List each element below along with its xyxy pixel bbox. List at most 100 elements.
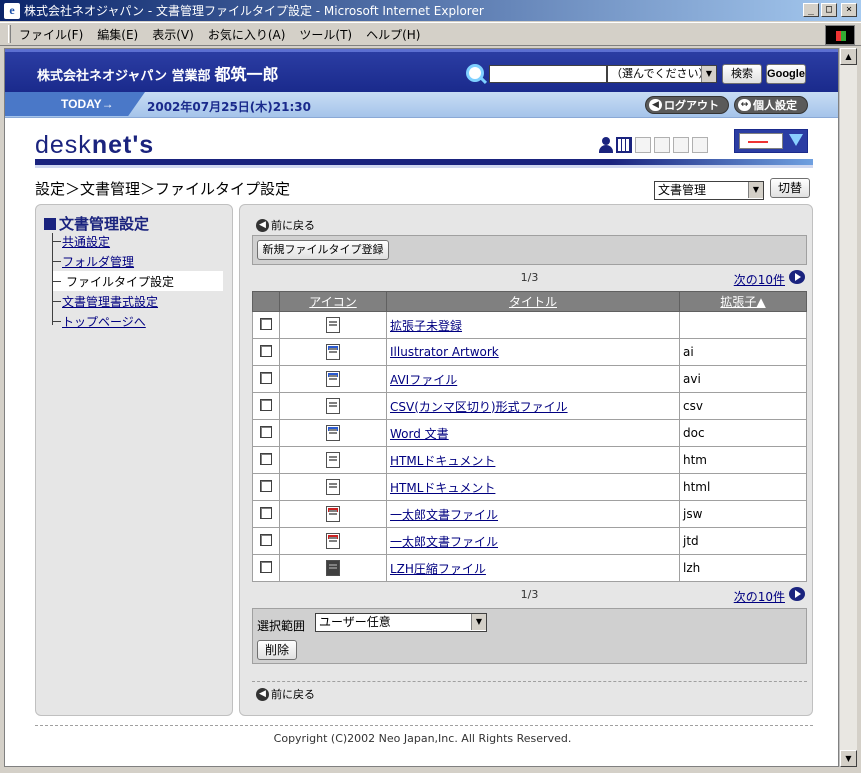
pager-top: 1/3 次の10件 [252, 269, 807, 287]
column-header-title[interactable]: タイトル [386, 291, 680, 312]
browser-content: 株式会社ネオジャパン 営業部 都筑一郎 （選んでください） ▼ 検索 Google… [4, 48, 839, 767]
menu-view[interactable]: 表示(V) [152, 26, 194, 43]
row-checkbox[interactable] [260, 479, 272, 492]
footer-divider [35, 725, 813, 726]
row-checkbox[interactable] [260, 317, 272, 330]
row-title-link[interactable]: HTMLドキュメント [390, 454, 495, 468]
google-button[interactable]: Google [766, 64, 806, 84]
sidebar-item-format[interactable]: 文書管理書式設定 [53, 291, 158, 311]
breadcrumb: 設定＞文書管理＞ファイルタイプ設定 [35, 180, 291, 198]
row-checkbox[interactable] [260, 398, 272, 411]
scroll-down-icon[interactable]: ▼ [840, 750, 857, 767]
table-row: AVIファイル avi [252, 365, 807, 393]
row-checkbox[interactable] [260, 371, 272, 384]
logout-button[interactable]: ◀ ログアウト [645, 96, 729, 114]
row-checkbox[interactable] [260, 344, 272, 357]
row-extension: htm [679, 446, 807, 474]
switch-button[interactable]: 切替 [770, 178, 810, 198]
desknets-logo[interactable]: desknet's [35, 131, 154, 160]
search-scope-select[interactable]: （選んでください） ▼ [607, 65, 717, 83]
sidebar-item-label[interactable]: 文書管理書式設定 [62, 293, 158, 310]
row-title-link[interactable]: 一太郎文書ファイル [390, 508, 498, 522]
column-header-icon[interactable]: アイコン [279, 291, 387, 312]
page-indicator: 1/3 [520, 588, 539, 601]
portal-menu-button[interactable] [734, 129, 808, 153]
row-title-link[interactable]: AVIファイル [390, 373, 457, 387]
row-title-link[interactable]: LZH圧縮ファイル [390, 562, 486, 576]
row-extension: csv [679, 392, 807, 420]
memo-icon[interactable] [654, 137, 670, 153]
sidebar-item-folder[interactable]: フォルダ管理 [53, 251, 134, 271]
search-input[interactable] [489, 65, 607, 83]
column-header-extension[interactable]: 拡張子▲ [679, 291, 807, 312]
sidebar-item-top[interactable]: トップページへ [53, 311, 146, 331]
row-title-link[interactable]: Illustrator Artwork [390, 345, 499, 359]
html-file-icon [326, 452, 340, 468]
window-title: 株式会社ネオジャパン - 文書管理ファイルタイプ設定 - Microsoft I… [24, 4, 484, 18]
avi-file-icon [326, 371, 340, 387]
table-row: 一太郎文書ファイル jtd [252, 527, 807, 555]
row-checkbox[interactable] [260, 506, 272, 519]
main-panel: ◀ 前に戻る 新規ファイルタイプ登録 1/3 次の10件 アイコン タイトル 拡張… [239, 204, 813, 716]
header-rule-light [35, 165, 813, 168]
arrows-icon: ↔ [738, 99, 751, 111]
personal-settings-button[interactable]: ↔ 個人設定 [734, 96, 808, 114]
settings-sidebar: 文書管理設定 共通設定 フォルダ管理 ファイルタイプ設定 文書管理書式設定 トッ… [35, 204, 233, 716]
org-chart-icon[interactable] [616, 137, 632, 153]
next-arrow-icon[interactable] [789, 270, 805, 284]
row-title-link[interactable]: HTMLドキュメント [390, 481, 495, 495]
row-checkbox[interactable] [260, 533, 272, 546]
menu-tools[interactable]: ツール(T) [299, 26, 352, 43]
sidebar-item-label[interactable]: フォルダ管理 [62, 253, 134, 270]
sidebar-item-common[interactable]: 共通設定 [53, 231, 110, 251]
sidebar-item-label[interactable]: トップページへ [62, 313, 146, 330]
row-extension: doc [679, 419, 807, 447]
word-file-icon [326, 425, 340, 441]
next-arrow-icon[interactable] [789, 587, 805, 601]
range-select[interactable]: ユーザー任意 ▼ [315, 613, 487, 632]
row-title-link[interactable]: Word 文書 [390, 427, 449, 441]
document-icon[interactable] [692, 137, 708, 153]
today-label[interactable]: TODAY→ [61, 97, 114, 111]
row-title-link[interactable]: 拡張子未登録 [390, 319, 462, 333]
phone-icon[interactable] [635, 137, 651, 153]
row-title-link[interactable]: 一太郎文書ファイル [390, 535, 498, 549]
close-button[interactable]: × [841, 3, 857, 17]
ichitaro-file-icon [326, 533, 340, 549]
delete-button[interactable]: 削除 [257, 640, 297, 660]
vertical-scrollbar[interactable]: ▲ ▼ [839, 48, 857, 767]
scroll-up-icon[interactable]: ▲ [840, 48, 857, 65]
copyright: Copyright (C)2002 Neo Japan,Inc. All Rig… [273, 732, 572, 745]
sidebar-item-label[interactable]: 共通設定 [62, 233, 110, 250]
sidebar-item-label: ファイルタイプ設定 [66, 274, 175, 289]
range-select-value: ユーザー任意 [319, 615, 391, 629]
divider [252, 681, 807, 682]
module-select[interactable]: 文書管理 ▼ [654, 181, 764, 200]
menu-edit[interactable]: 編集(E) [97, 26, 138, 43]
search-button[interactable]: 検索 [722, 64, 762, 84]
menu-help[interactable]: ヘルプ(H) [366, 26, 420, 43]
logo-bold: net's [91, 131, 155, 159]
back-link-bottom[interactable]: ◀ 前に戻る [256, 686, 315, 702]
person-icon[interactable] [599, 137, 613, 153]
row-checkbox[interactable] [260, 560, 272, 573]
chevron-down-icon [789, 134, 803, 146]
next-page-link[interactable]: 次の10件 [734, 588, 785, 605]
table-row: Illustrator Artwork ai [252, 338, 807, 366]
next-page-link[interactable]: 次の10件 [734, 271, 785, 288]
minimize-button[interactable]: _ [803, 3, 819, 17]
new-filetype-button[interactable]: 新規ファイルタイプ登録 [257, 240, 389, 260]
row-checkbox[interactable] [260, 425, 272, 438]
table-row: HTMLドキュメント htm [252, 446, 807, 474]
row-extension: ai [679, 338, 807, 366]
table-icon[interactable] [673, 137, 689, 153]
user-name: 都筑一郎 [214, 65, 279, 84]
maximize-button[interactable]: □ [821, 3, 837, 17]
ie-icon: e [4, 2, 20, 19]
menu-file[interactable]: ファイル(F) [19, 26, 83, 43]
row-checkbox[interactable] [260, 452, 272, 465]
menu-favorites[interactable]: お気に入り(A) [208, 26, 286, 43]
row-extension: jsw [679, 500, 807, 528]
back-link-top[interactable]: ◀ 前に戻る [256, 217, 315, 233]
row-title-link[interactable]: CSV(カンマ区切り)形式ファイル [390, 400, 568, 414]
